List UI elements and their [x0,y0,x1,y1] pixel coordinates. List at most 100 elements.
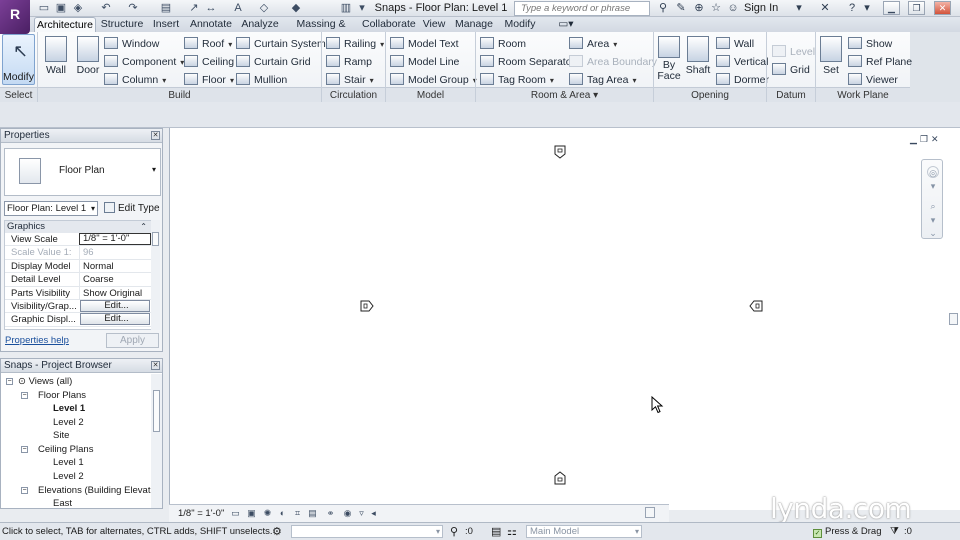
user-icon[interactable]: ☺ [726,1,740,15]
visual-style-icon[interactable]: ▣ [246,508,257,519]
opening-by-face-button[interactable]: By Face [656,34,682,82]
property-row[interactable]: Display Model Normal [5,259,151,274]
view-scale-button[interactable]: 1/8" = 1'-0" [178,508,224,519]
dropdown-icon[interactable]: ▾ [927,214,939,226]
redo-icon[interactable]: ↷ [127,2,139,14]
text-icon[interactable]: A [232,2,244,14]
design-option-dropdown[interactable]: Main Model ▾ [526,525,642,538]
tab-collaborate[interactable]: Collaborate [362,17,416,32]
drawing-area[interactable]: ▁❐✕ ◎ ▾ ⌕ ▾ ⌄ [169,128,960,510]
close-view-icon[interactable]: ✕ [931,134,942,144]
section-icon[interactable]: ◆ [290,2,302,14]
instance-filter-dropdown[interactable]: Floor Plan: Level 1 ▾ [4,201,98,216]
scrollbar-thumb[interactable] [152,232,159,246]
tree-item-floor-plans[interactable]: Floor Plans [38,389,86,402]
panel-room-area-label[interactable]: Room & Area ▾ [476,87,653,102]
tab-massing-site[interactable]: Massing & Site [286,17,356,45]
worksets-icon[interactable]: ⚙ [272,525,282,538]
elevation-marker-west[interactable] [360,299,374,313]
aligned-dimension-icon[interactable]: ↔ [205,2,217,14]
vertical-scrollbar-thumb[interactable] [949,313,958,325]
room-button[interactable]: Room [480,36,526,52]
subscription-icon[interactable]: ✎ [674,1,688,15]
nav-bar-options-icon[interactable]: ⌄ [927,227,939,239]
workset-dropdown[interactable]: ▾ [291,525,443,538]
design-options-icon[interactable]: ▤ [491,525,501,538]
curtain-grid-button[interactable]: Curtain Grid [236,54,311,70]
room-separator-button[interactable]: Room Separator [480,54,575,70]
ribbon-minimize-toggle[interactable]: ▭▾ [554,17,578,32]
filter-icon[interactable]: ⧩ [890,526,899,537]
3d-view-icon[interactable]: ◇ [258,2,270,14]
close-icon[interactable]: ✕ [151,131,160,140]
sync-icon[interactable]: ◈ [72,2,84,14]
ref-plane-button[interactable]: Ref Plane [848,54,912,70]
collapse-toggle-icon[interactable]: − [21,487,28,494]
roof-button[interactable]: Roof [184,36,232,52]
ceiling-button[interactable]: Ceiling [184,54,234,70]
restore-button[interactable]: ❐ [908,1,925,15]
favorites-star-icon[interactable]: ☆ [709,1,723,15]
undo-icon[interactable]: ↶ [100,2,112,14]
search-input[interactable]: Type a keyword or phrase [514,1,650,16]
stair-button[interactable]: Stair [326,72,374,88]
model-line-button[interactable]: Model Line [390,54,459,70]
property-row[interactable]: Graphic Displ... Edit... [5,313,151,327]
shaft-button[interactable]: Shaft [684,34,712,76]
print-icon[interactable]: ▤ [160,2,172,14]
help-icon[interactable]: ? [845,1,859,15]
grid-button[interactable]: Grid [772,62,810,78]
property-value[interactable]: Coarse [79,273,151,287]
save-icon[interactable]: ▣ [55,2,67,14]
design-option-tools-icon[interactable]: ⚏ [507,525,517,538]
properties-scrollbar[interactable] [151,220,160,330]
close-button[interactable]: ✕ [934,1,951,15]
model-text-button[interactable]: Model Text [390,36,459,52]
qat-dropdown-icon[interactable]: ▾ [356,2,368,14]
crop-view-icon[interactable]: ⌗ [292,508,303,519]
binoculars-icon[interactable]: ⚲ [656,1,670,15]
modify-button[interactable]: ↖ Modify [2,34,35,85]
elevation-marker-south[interactable] [553,471,567,485]
railing-button[interactable]: Railing [326,36,384,52]
tab-insert[interactable]: Insert [150,17,182,32]
property-value[interactable]: Show Original [79,286,151,300]
scrollbar-thumb[interactable] [153,390,160,432]
collapse-toggle-icon[interactable]: − [6,378,13,385]
vertical-opening-button[interactable]: Vertical [716,54,768,70]
minimize-view-icon[interactable]: ▁ [910,134,920,144]
show-work-plane-button[interactable]: Show [848,36,892,52]
tree-item-elevations[interactable]: Elevations (Building Elevatio [38,484,151,497]
detail-level-icon[interactable]: ▭ [230,508,241,519]
temporary-hide-icon[interactable]: ⚭ [325,508,336,519]
property-row[interactable]: View Scale 1/8" = 1'-0" [5,233,151,247]
curtain-system-button[interactable]: Curtain System [236,36,326,52]
open-icon[interactable]: ▭ [38,2,50,14]
edit-type-button[interactable]: Edit Type [104,201,160,216]
tree-item-site[interactable]: Site [53,429,69,442]
elevation-marker-north[interactable] [553,145,567,159]
ramp-button[interactable]: Ramp [326,54,372,70]
property-row[interactable]: Detail Level Coarse [5,273,151,287]
floor-button[interactable]: Floor [184,72,234,88]
steering-wheel-icon[interactable]: ◎ [927,166,939,178]
column-button[interactable]: Column [104,72,166,88]
reveal-hidden-icon[interactable]: ◉ [342,508,353,519]
analytical-model-icon[interactable]: ▿ [356,508,367,519]
tab-view[interactable]: View [420,17,448,32]
tab-annotate[interactable]: Annotate [188,17,234,32]
tree-item-ceiling-level-1[interactable]: Level 1 [53,456,84,469]
tree-item-ceiling-level-2[interactable]: Level 2 [53,470,84,483]
restore-view-icon[interactable]: ❐ [920,134,931,144]
dormer-button[interactable]: Dormer [716,72,769,88]
tree-item-ceiling-plans[interactable]: Ceiling Plans [38,443,93,456]
zoom-icon[interactable]: ⌕ [927,200,939,212]
tag-area-button[interactable]: Tag Area [569,72,636,88]
browser-scrollbar[interactable] [151,374,162,508]
view-scale-field[interactable]: 1/8" = 1'-0" [79,233,151,245]
mullion-button[interactable]: Mullion [236,72,287,88]
property-row[interactable]: Parts Visibility Show Original [5,286,151,300]
panel-select-label[interactable]: Select [0,87,37,102]
scroll-left-icon[interactable]: ◂ [368,508,379,519]
door-button[interactable]: Door [75,34,101,76]
